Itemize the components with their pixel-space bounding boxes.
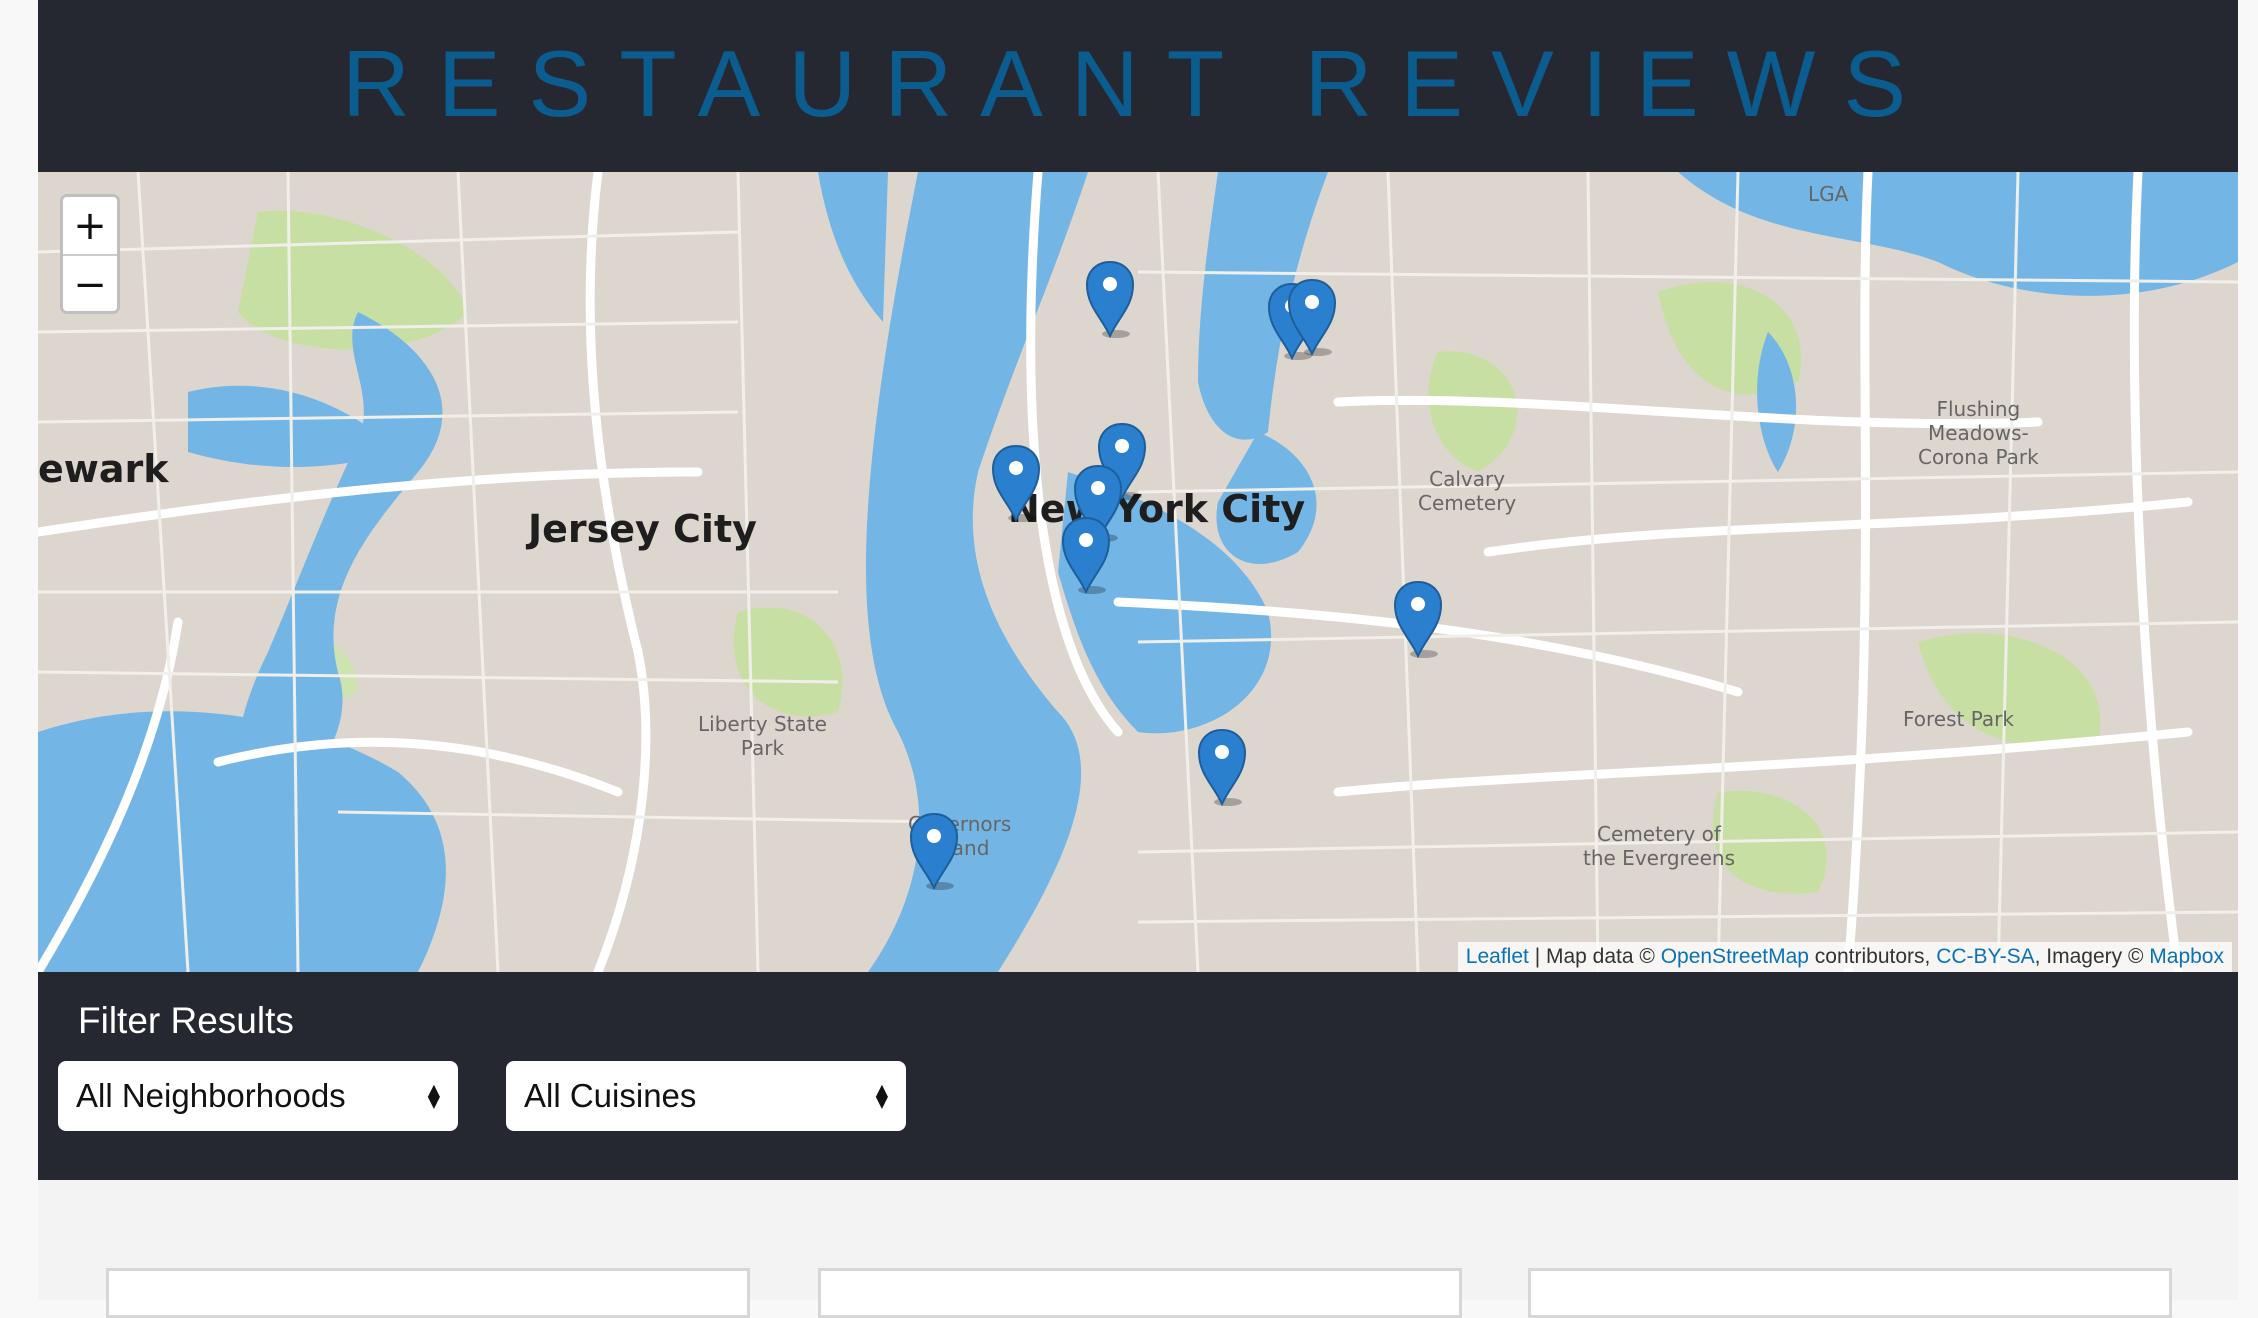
neighborhood-select[interactable]: All Neighborhoods ▲ ▼ <box>58 1061 458 1131</box>
attribution-imagery: , Imagery © <box>2034 945 2150 968</box>
map-tiles <box>38 172 2238 972</box>
restaurant-card[interactable] <box>106 1268 750 1318</box>
license-link[interactable]: CC-BY-SA <box>1936 945 2034 968</box>
flushing-meadows-label: Flushing Meadows- Corona Park <box>1918 397 2039 469</box>
marker-4[interactable] <box>990 444 1042 523</box>
zoom-in-button[interactable]: + <box>63 197 117 256</box>
zoom-out-button[interactable]: − <box>63 256 117 311</box>
marker-10[interactable] <box>908 812 960 891</box>
filter-title: Filter Results <box>78 1000 294 1041</box>
map-attribution: Leaflet | Map data © OpenStreetMap contr… <box>1457 942 2232 972</box>
liberty-state-park-label: Liberty State Park <box>698 712 827 760</box>
neighborhood-select-value: All Neighborhoods <box>76 1077 346 1114</box>
site-title: RESTAURANT REVIEWS <box>341 31 1935 136</box>
marker-9[interactable] <box>1196 728 1248 807</box>
filter-panel: Filter Results All Neighborhoods ▲ ▼ All … <box>38 972 2238 1180</box>
new-york-city-label: New York City <box>1008 487 1306 531</box>
cemetery-evergreens-label: Cemetery of the Evergreens <box>1583 822 1736 870</box>
page-frame: RESTAURANT REVIEWS ewark Jersey City New… <box>38 0 2238 1318</box>
marker-3[interactable] <box>1286 278 1338 357</box>
attribution-text: | Map data © <box>1528 945 1661 968</box>
jersey-city-label: Jersey City <box>528 507 757 551</box>
cuisine-select-value: All Cuisines <box>524 1077 697 1114</box>
lga-label: LGA <box>1808 182 1849 206</box>
cuisine-select-arrows-icon: ▲ ▼ <box>875 1080 888 1111</box>
restaurant-card[interactable] <box>1528 1268 2172 1318</box>
leaflet-link[interactable]: Leaflet <box>1466 945 1529 968</box>
newark-label: ewark <box>38 447 169 491</box>
forest-park-label: Forest Park <box>1903 707 2014 731</box>
cuisine-select[interactable]: All Cuisines ▲ ▼ <box>506 1061 906 1131</box>
zoom-control: + − <box>60 194 120 314</box>
attribution-contributors: contributors, <box>1808 945 1937 968</box>
restaurant-card[interactable] <box>818 1268 1462 1318</box>
neighborhood-select-arrows-icon: ▲ ▼ <box>427 1080 440 1111</box>
openstreetmap-link[interactable]: OpenStreetMap <box>1661 945 1809 968</box>
marker-7[interactable] <box>1060 516 1112 595</box>
marker-8[interactable] <box>1392 580 1444 659</box>
calvary-cemetery-label: Calvary Cemetery <box>1418 467 1517 515</box>
restaurant-map[interactable]: ewark Jersey City New York City Liberty … <box>38 172 2238 972</box>
mapbox-link[interactable]: Mapbox <box>2149 945 2224 968</box>
marker-1[interactable] <box>1084 260 1136 339</box>
site-header: RESTAURANT REVIEWS <box>38 0 2238 172</box>
